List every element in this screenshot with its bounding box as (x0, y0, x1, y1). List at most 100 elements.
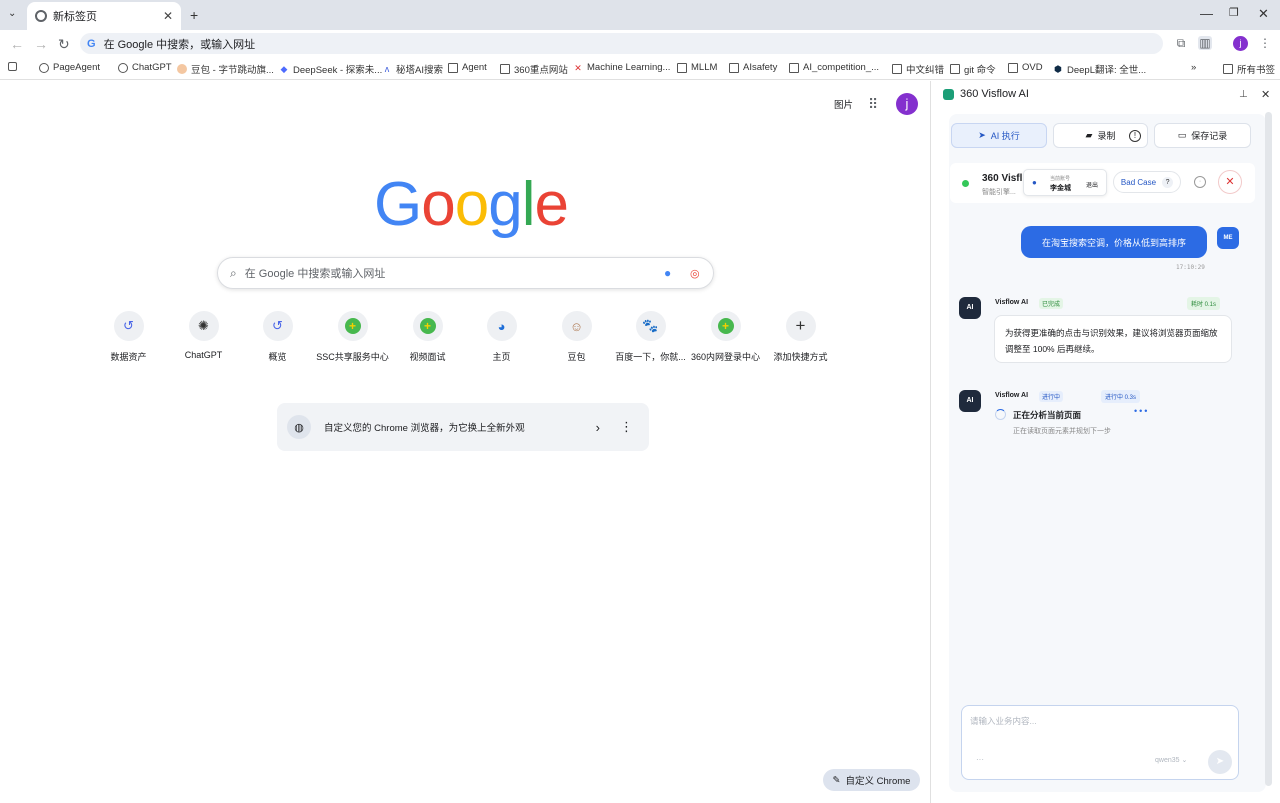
record-icon: ▰ (1085, 130, 1093, 140)
ai-avatar: AI (959, 297, 981, 319)
timer-badge: 进行中 0.3s (1101, 390, 1141, 403)
extensions-icon[interactable]: ⧉ (1174, 36, 1188, 50)
model-select[interactable]: qwen35 ⌄ (1155, 756, 1187, 764)
shortcut-tile[interactable]: 🐾 百度一下，你就... (613, 311, 688, 363)
panel-scrollbar[interactable] (1265, 112, 1272, 786)
back-icon[interactable]: ← (10, 36, 24, 52)
info-icon: ! (1129, 129, 1141, 142)
close-window-icon[interactable]: ✕ (1258, 6, 1269, 22)
google-logo: Google (374, 170, 569, 239)
bookmark-folder[interactable]: AIsafety (729, 62, 777, 73)
customize-chrome-card[interactable]: ◍ 自定义您的 Chrome 浏览器，为它换上全新外观 › ⋮ (277, 403, 649, 451)
ai-message-bubble: 为获得更准确的点击与识别效果，建议将浏览器页面缩放调整至 100% 后再继续。 (994, 315, 1232, 363)
minimize-icon[interactable]: — (1200, 6, 1213, 21)
tab-ai-execute[interactable]: ➤ AI 执行 (951, 123, 1047, 148)
account-avatar[interactable]: j (896, 93, 918, 115)
tab-new-tab[interactable]: 新标签页 ✕ (27, 2, 181, 30)
account-card: ● 当前账号 李金城 退出 (1023, 169, 1107, 196)
shortcut-tile[interactable]: ↺ 数据资产 (91, 311, 166, 363)
chatgpt-icon: ✺ (188, 311, 219, 341)
bookmarks-overflow-icon[interactable]: » (1191, 62, 1196, 73)
logout-button[interactable]: 退出 (1086, 180, 1098, 189)
home-icon: ◕ (486, 311, 517, 341)
user-message: 在淘宝搜索空调，价格从低到高排序 (1021, 226, 1207, 258)
bookmark-item[interactable]: ✕ Machine Learning... (573, 62, 670, 73)
baidu-icon: 🐾 (635, 311, 666, 341)
tab-save-records[interactable]: ▭ 保存记录 (1154, 123, 1251, 148)
input-placeholder: 请输入业务内容... (970, 716, 1037, 726)
images-link[interactable]: 图片 (834, 97, 853, 111)
voice-search-icon[interactable]: ● (664, 266, 671, 280)
bookmark-folder[interactable]: AI_competition_... (789, 62, 879, 73)
bad-case-button[interactable]: Bad Case ? (1113, 171, 1181, 193)
google-apps-icon[interactable]: ⠿ (868, 96, 878, 113)
shortcut-tile[interactable]: ☺ 豆包 (539, 311, 614, 363)
stop-button[interactable]: ✕ (1218, 170, 1242, 194)
more-options-icon[interactable]: ··· (976, 755, 984, 764)
help-icon: ? (1162, 176, 1174, 188)
search-box[interactable]: ⌕ 在 Google 中搜索或输入网址 ● ◎ (217, 257, 714, 289)
bookmark-folder[interactable]: git 命令 (950, 62, 996, 76)
history-icon[interactable]: · (1194, 176, 1206, 188)
palette-icon: ◍ (287, 415, 311, 439)
ai-sender: Visflow AI (995, 392, 1029, 399)
bookmark-item[interactable]: ◆ DeepSeek - 探索未... (279, 62, 383, 76)
bookmark-item[interactable]: ʌ 秘塔AI搜索 (382, 62, 443, 76)
tab-bar: ⌄ 新标签页 ✕ + — ❐ ✕ (0, 0, 1280, 30)
tab-record[interactable]: ▰ 录制! (1053, 123, 1148, 148)
visflow-side-panel: 360 Visflow AI ⊥ ✕ ➤ AI 执行 ▰ 录制! ▭ 保存记录 360… (930, 81, 1280, 803)
bookmark-folder[interactable]: 360重点网站 (500, 62, 568, 76)
add-shortcut-button[interactable]: + 添加快捷方式 (763, 311, 838, 363)
user-avatar: ME (1217, 227, 1239, 249)
profile-avatar[interactable]: j (1233, 36, 1248, 51)
bookmark-folder[interactable]: MLLM (677, 62, 717, 73)
bookmark-item[interactable]: ChatGPT (118, 62, 172, 73)
more-options-icon[interactable]: ⋮ (620, 419, 633, 435)
composer: 请输入业务内容... ··· qwen35 ⌄ ➤ (961, 705, 1239, 780)
bookmark-item[interactable]: PageAgent (39, 62, 100, 73)
lens-icon[interactable]: ◎ (690, 267, 700, 280)
timer-badge: 耗时 0.1s (1187, 297, 1221, 310)
task-title: 正在分析当前页面 (1013, 410, 1082, 420)
new-tab-button[interactable]: + (190, 7, 198, 23)
save-icon: ▭ (1177, 130, 1187, 140)
apps-icon[interactable] (8, 62, 21, 71)
360-icon: + (710, 311, 741, 341)
status-badge-done: 已完成 (1039, 298, 1064, 309)
shortcut-tile[interactable]: ↺ 概览 (240, 311, 315, 363)
shortcut-tile[interactable]: + SSC共享服务中心 (315, 311, 390, 363)
status-badge-running: 进行中 (1039, 391, 1064, 402)
message-input[interactable]: 请输入业务内容... (970, 715, 1232, 745)
bookmark-item[interactable]: ⬢ DeepL翻译: 全世... (1053, 62, 1146, 76)
task-subtitle: 正在读取页面元素并规划下一步 (1013, 428, 1111, 435)
online-indicator (962, 180, 969, 187)
restore-icon[interactable]: ❐ (1229, 6, 1239, 19)
bookmark-item[interactable]: 豆包 - 字节跳动旗... (177, 62, 274, 76)
bookmark-folder[interactable]: OVD (1008, 62, 1043, 73)
send-button[interactable]: ➤ (1208, 750, 1232, 774)
address-bar[interactable]: G 在 Google 中搜索，或输入网址 (80, 33, 1163, 54)
customize-chrome-button[interactable]: ✎ 自定义 Chrome (823, 769, 920, 791)
reload-icon[interactable]: ↻ (58, 36, 70, 53)
send-icon: ➤ (978, 130, 986, 140)
typing-dots-icon: ••• (1134, 406, 1150, 416)
engine-sub: 智能引擎... (982, 189, 1016, 196)
close-tab-icon[interactable]: ✕ (163, 9, 173, 23)
bookmark-folder[interactable]: Agent (448, 62, 487, 73)
close-panel-icon[interactable]: ✕ (1261, 88, 1270, 101)
google-g-icon: G (87, 37, 96, 50)
shortcut-tile[interactable]: ◕ 主页 (464, 311, 539, 363)
forward-icon[interactable]: → (34, 36, 48, 52)
all-bookmarks-folder[interactable]: 所有书签 (1223, 62, 1275, 76)
tab-search-icon[interactable]: ⌄ (8, 8, 16, 19)
360-icon: + (337, 311, 368, 341)
360-icon: + (412, 311, 443, 341)
pin-icon[interactable]: ⊥ (1239, 89, 1248, 100)
menu-icon[interactable]: ⋮ (1258, 36, 1272, 50)
shortcut-tile[interactable]: +360内网登录中心 (688, 311, 763, 363)
bookmark-folder[interactable]: 中文纠错 (892, 62, 944, 76)
side-panel-icon[interactable]: ▥ (1198, 36, 1212, 50)
shortcut-tile[interactable]: + 视频面试 (390, 311, 465, 363)
shortcut-tile[interactable]: ✺ ChatGPT (166, 311, 241, 360)
chevron-right-icon[interactable]: › (596, 420, 600, 435)
